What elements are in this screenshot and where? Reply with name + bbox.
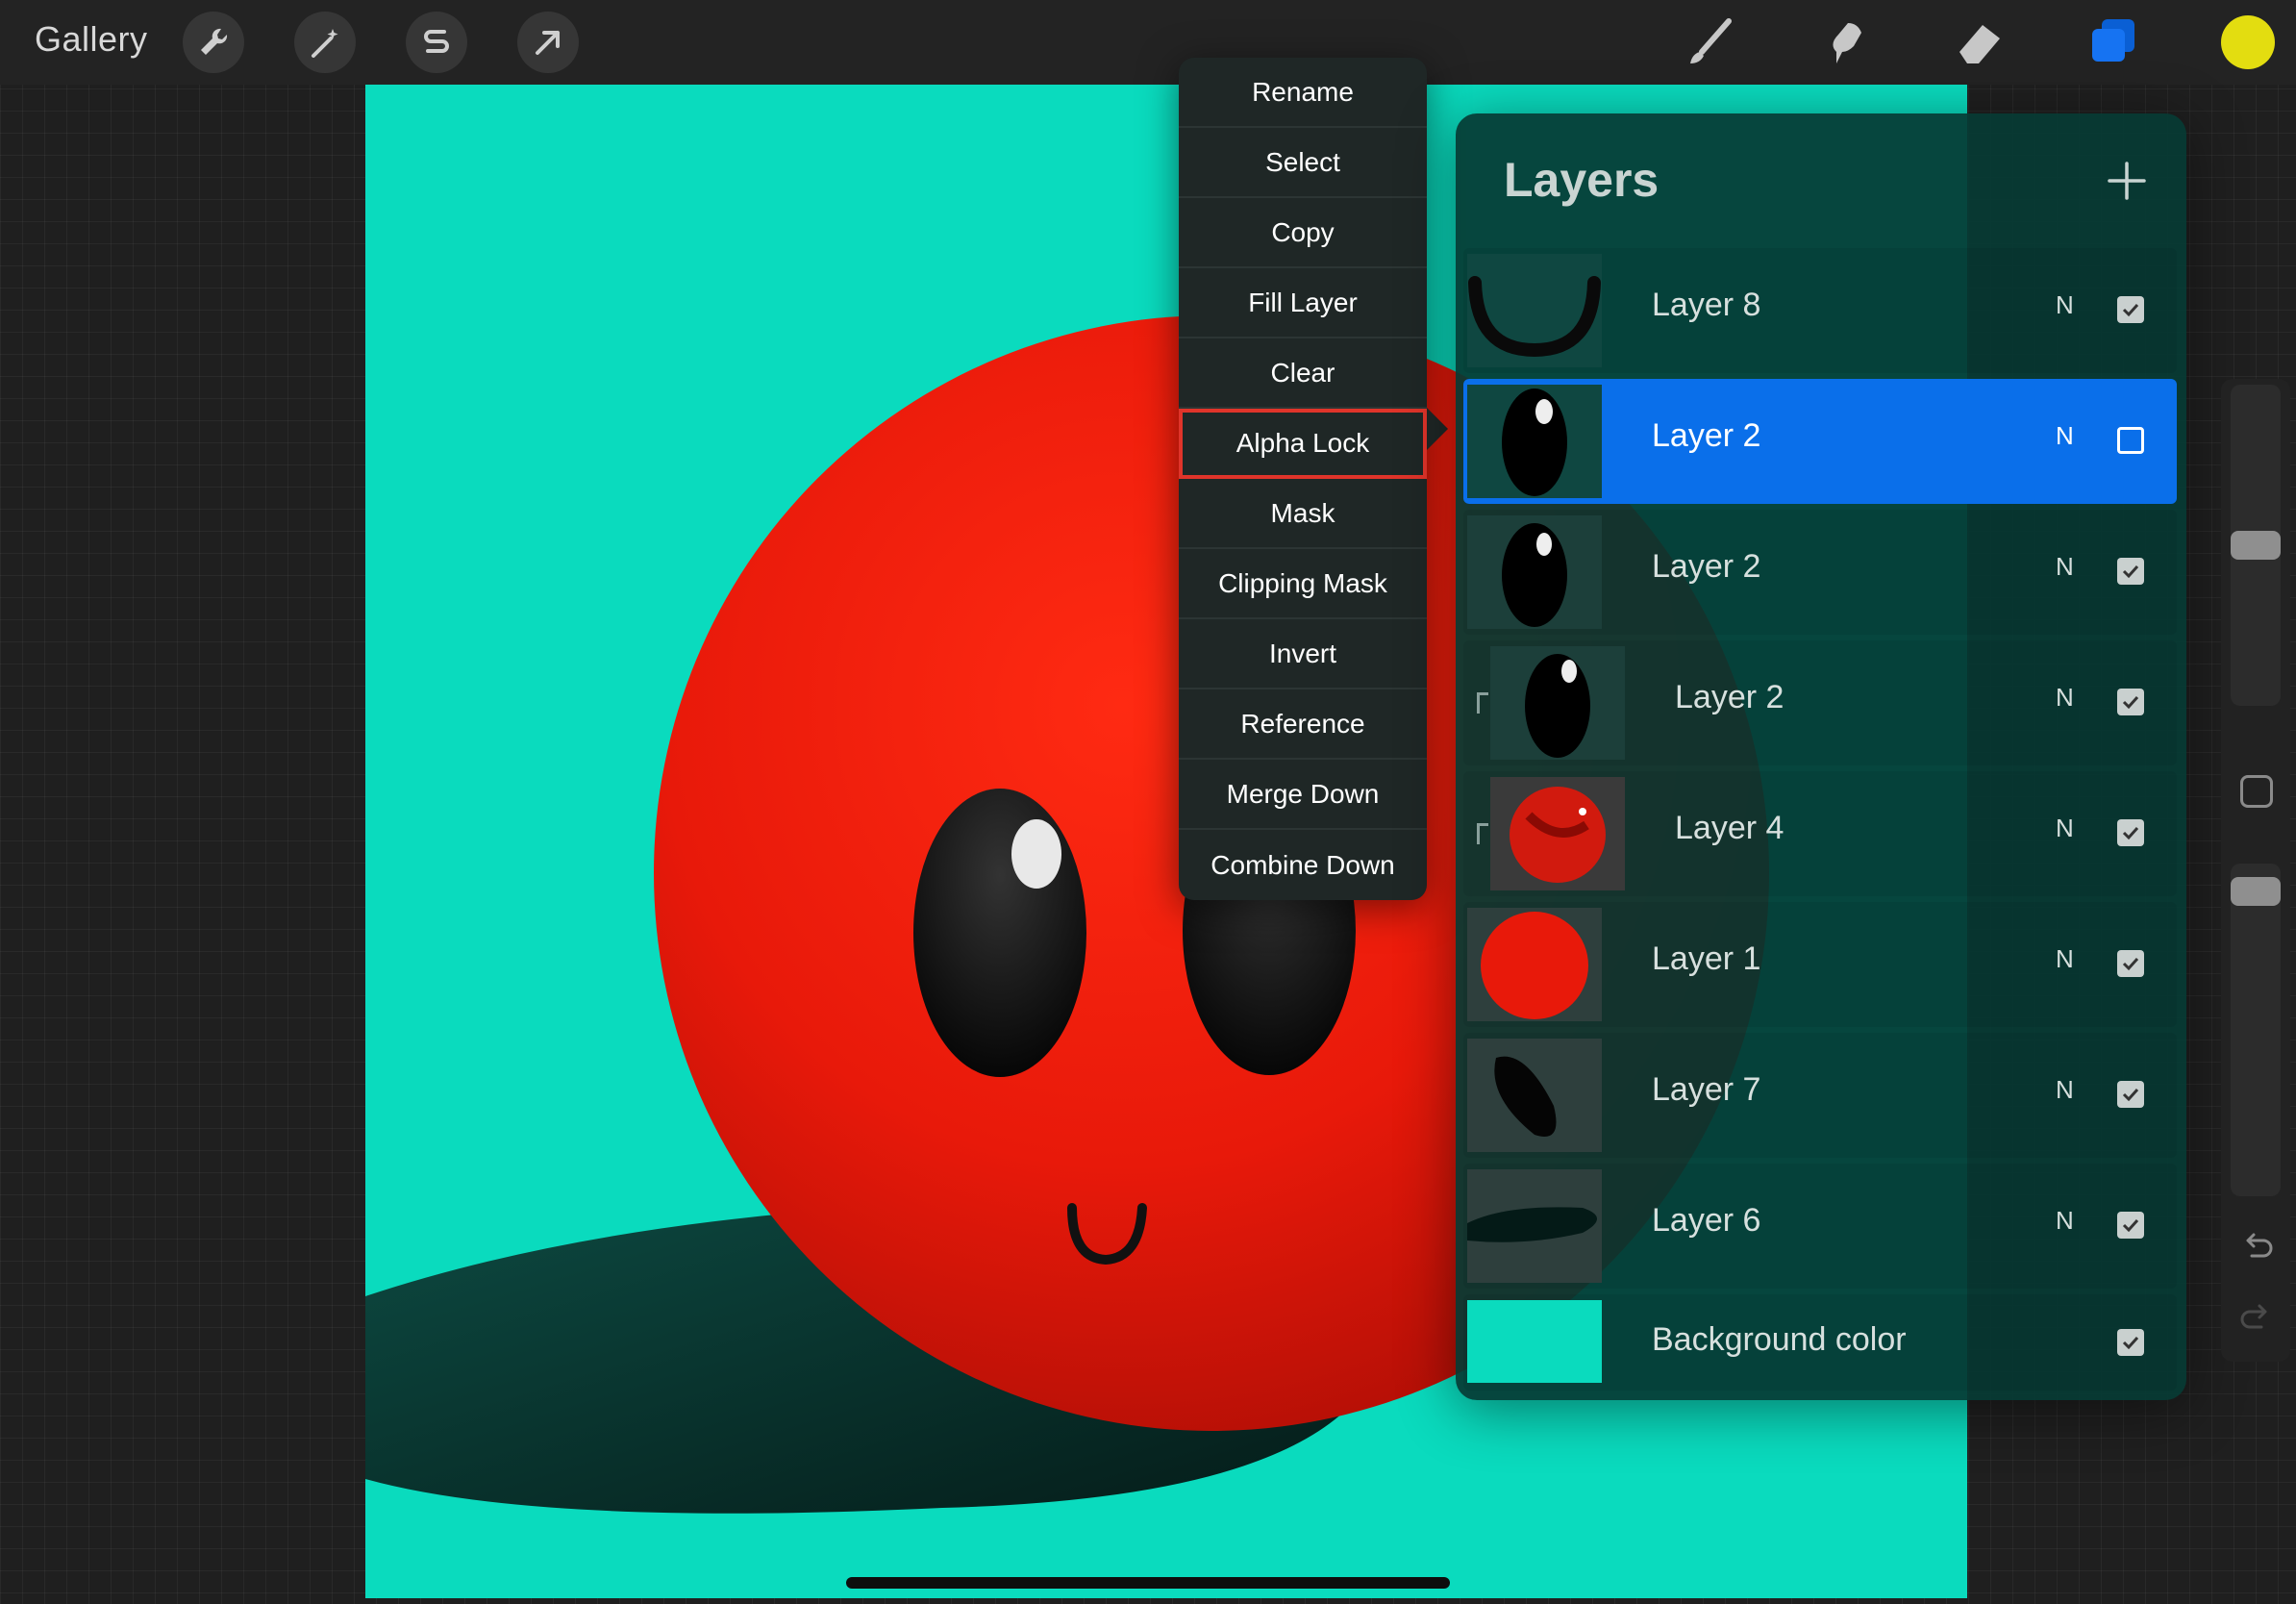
visibility-checkbox[interactable] [2117, 819, 2144, 846]
menu-item-fill-layer[interactable]: Fill Layer [1179, 268, 1427, 338]
smudge-icon[interactable] [1813, 12, 1875, 73]
clipping-mask-indicator [1477, 823, 1488, 844]
layer-options-menu: Rename Select Copy Fill Layer Clear Alph… [1179, 58, 1427, 900]
layer-name[interactable]: Layer 8 [1652, 287, 1760, 324]
gallery-button[interactable]: Gallery [35, 19, 148, 60]
transform-arrow-icon[interactable] [517, 12, 579, 73]
layer-row[interactable]: Layer 6 N [1463, 1164, 2177, 1289]
layer-row[interactable]: Layer 2 N [1463, 640, 2177, 765]
layer-thumbnail [1467, 254, 1602, 367]
visibility-checkbox[interactable] [2117, 689, 2144, 715]
menu-item-select[interactable]: Select [1179, 128, 1427, 198]
blend-mode-button[interactable]: N [2056, 552, 2074, 582]
selection-s-icon[interactable] [406, 12, 467, 73]
opacity-slider[interactable] [2231, 864, 2281, 1196]
blend-mode-button[interactable]: N [2056, 944, 2074, 974]
clipping-mask-indicator [1477, 692, 1488, 714]
layer-row[interactable]: Layer 7 N [1463, 1033, 2177, 1158]
blend-mode-button[interactable]: N [2056, 1075, 2074, 1105]
visibility-checkbox[interactable] [2117, 950, 2144, 977]
menu-item-copy[interactable]: Copy [1179, 198, 1427, 268]
brush-size-slider-thumb[interactable] [2231, 531, 2281, 560]
home-indicator [846, 1577, 1450, 1589]
layer-name[interactable]: Layer 2 [1652, 417, 1760, 455]
layer-thumbnail [1467, 1039, 1602, 1152]
visibility-checkbox[interactable] [2117, 1081, 2144, 1108]
blend-mode-button[interactable]: N [2056, 683, 2074, 713]
menu-item-invert[interactable]: Invert [1179, 619, 1427, 689]
visibility-checkbox[interactable] [2117, 427, 2144, 454]
background-color-swatch[interactable] [1467, 1300, 1602, 1383]
layers-panel: Layers Layer 8 N Layer 2 N Layer 2 N Lay… [1456, 113, 2186, 1400]
menu-item-clipping-mask[interactable]: Clipping Mask [1179, 549, 1427, 619]
undo-icon[interactable] [2238, 1229, 2275, 1266]
menu-item-combine-down[interactable]: Combine Down [1179, 830, 1427, 900]
layer-name[interactable]: Layer 1 [1652, 940, 1760, 978]
menu-item-reference[interactable]: Reference [1179, 689, 1427, 760]
top-toolbar: Gallery [0, 0, 2296, 85]
brush-icon[interactable] [1679, 12, 1740, 73]
visibility-checkbox[interactable] [2117, 1329, 2144, 1356]
menu-item-merge-down[interactable]: Merge Down [1179, 760, 1427, 830]
blend-mode-button[interactable]: N [2056, 1206, 2074, 1236]
panel-title: Layers [1504, 153, 1660, 207]
left-eye [913, 789, 1086, 1077]
layer-row[interactable]: Layer 1 N [1463, 902, 2177, 1027]
menu-item-clear[interactable]: Clear [1179, 338, 1427, 409]
layers-icon[interactable] [2083, 12, 2144, 73]
layer-thumbnail [1467, 1169, 1602, 1283]
layer-thumbnail [1490, 777, 1625, 890]
eraser-icon[interactable] [1948, 12, 2009, 73]
visibility-checkbox[interactable] [2117, 558, 2144, 585]
layer-name[interactable]: Background color [1652, 1321, 1907, 1359]
left-eye-highlight [1011, 819, 1061, 889]
wrench-icon[interactable] [183, 12, 244, 73]
menu-item-rename[interactable]: Rename [1179, 58, 1427, 128]
layer-name[interactable]: Layer 2 [1652, 548, 1760, 586]
blend-mode-button[interactable]: N [2056, 290, 2074, 320]
opacity-slider-thumb[interactable] [2231, 877, 2281, 906]
menu-item-alpha-lock[interactable]: Alpha Lock [1179, 409, 1427, 479]
side-bar [2221, 379, 2290, 1362]
layer-row[interactable]: Layer 8 N [1463, 248, 2177, 373]
layer-row[interactable]: Layer 4 N [1463, 771, 2177, 896]
blend-mode-button[interactable]: N [2056, 421, 2074, 451]
redo-icon[interactable] [2238, 1300, 2275, 1337]
layer-thumbnail [1467, 385, 1602, 498]
layer-row-selected[interactable]: Layer 2 N [1463, 379, 2177, 504]
menu-item-mask[interactable]: Mask [1179, 479, 1427, 549]
menu-pointer-arrow [1427, 408, 1448, 450]
layer-name[interactable]: Layer 2 [1675, 679, 1784, 716]
layer-thumbnail [1490, 646, 1625, 760]
layer-name[interactable]: Layer 6 [1652, 1202, 1760, 1240]
layer-name[interactable]: Layer 4 [1675, 810, 1784, 847]
layer-row-background[interactable]: Background color [1463, 1294, 2177, 1391]
visibility-checkbox[interactable] [2117, 1212, 2144, 1239]
magic-wand-icon[interactable] [294, 12, 356, 73]
modify-button[interactable] [2240, 775, 2273, 808]
color-picker-swatch[interactable] [2221, 15, 2275, 69]
layer-name[interactable]: Layer 7 [1652, 1071, 1760, 1109]
visibility-checkbox[interactable] [2117, 296, 2144, 323]
add-layer-plus-icon[interactable] [2104, 158, 2150, 204]
blend-mode-button[interactable]: N [2056, 814, 2074, 843]
layer-row[interactable]: Layer 2 N [1463, 510, 2177, 635]
layer-thumbnail [1467, 515, 1602, 629]
layer-thumbnail [1467, 908, 1602, 1021]
